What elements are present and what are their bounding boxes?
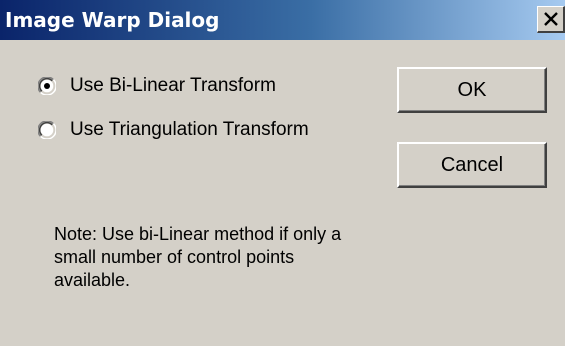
window-title: Image Warp Dialog [5,8,220,32]
radio-selected-icon [38,77,56,95]
note-line: small number of control points [54,247,295,267]
note-text: Note: Use bi-Linear method if only a sma… [54,223,404,292]
cancel-button[interactable]: Cancel [397,142,547,188]
radio-unselected-icon [38,121,56,139]
close-button[interactable] [537,6,565,33]
close-icon [544,12,558,26]
triangulation-transform-radio[interactable]: Use Triangulation Transform [38,117,309,143]
note-line: Note: Use bi-Linear method if only a [54,224,342,244]
title-bar[interactable]: Image Warp Dialog [0,0,565,40]
image-warp-dialog: Image Warp Dialog Use Bi-Linear Transfor… [0,0,565,346]
triangulation-transform-label: Use Triangulation Transform [70,119,309,140]
ok-button[interactable]: OK [397,67,547,113]
note-line: available. [54,270,131,290]
bilinear-transform-label: Use Bi-Linear Transform [70,75,276,96]
bilinear-transform-radio[interactable]: Use Bi-Linear Transform [38,73,276,99]
